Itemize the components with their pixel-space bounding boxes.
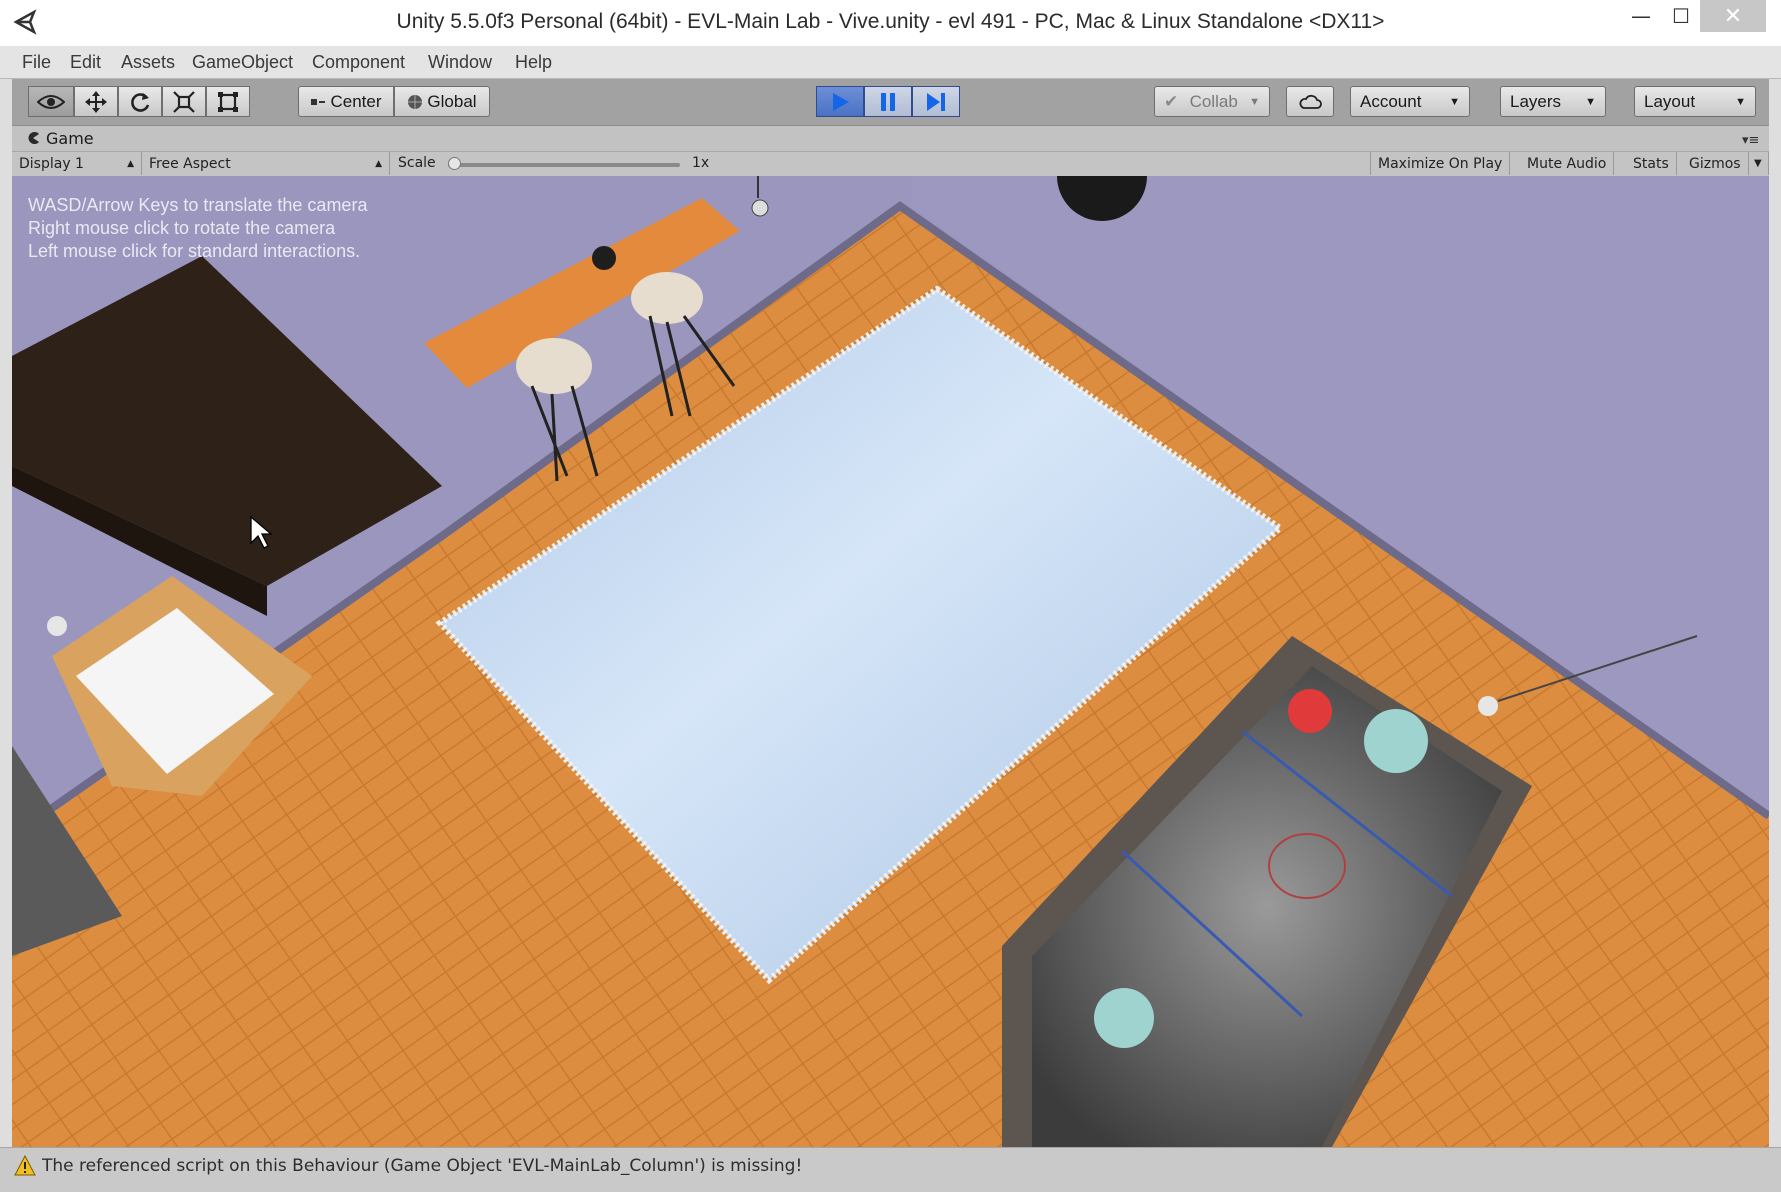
chevron-down-icon: ▼ [1249,95,1260,108]
move-tool-button[interactable] [74,86,118,117]
status-message: The referenced script on this Behaviour … [42,1156,803,1176]
red-puck [1288,689,1332,733]
stool-seat [631,272,703,324]
black-ball [592,246,616,270]
menu-bar: File Edit Assets GameObject Component Wi… [0,46,1781,79]
menu-edit[interactable]: Edit [70,52,101,73]
mute-audio-button[interactable]: Mute Audio [1520,152,1615,175]
pivot-icon [311,98,326,105]
hint-line: WASD/Arrow Keys to translate the camera [28,195,368,215]
menu-file[interactable]: File [22,52,51,73]
rotate-tool-button[interactable] [118,86,162,117]
account-dropdown[interactable]: Account ▼ [1350,86,1470,117]
account-label: Account [1360,91,1422,111]
warning-icon [14,1155,36,1176]
collab-label: Collab [1189,91,1238,111]
mute-label: Mute Audio [1527,155,1607,172]
layout-dropdown[interactable]: Layout ▼ [1634,86,1756,117]
scene-render [12,176,1769,1147]
menu-component[interactable]: Component [312,52,405,73]
window-title: Unity 5.5.0f3 Personal (64bit) - EVL-Mai… [396,10,1385,33]
status-bar[interactable]: The referenced script on this Behaviour … [0,1147,1781,1192]
hint-line: Right mouse click to rotate the camera [28,218,336,238]
updown-icon: ▲ [127,158,134,169]
display-dropdown[interactable]: Display 1 ▲ [12,152,142,175]
scale-value: 1x [692,155,710,171]
stool-seat [516,338,592,394]
chevron-down-icon: ▼ [1735,95,1746,108]
layers-label: Layers [1510,91,1562,111]
scale-slider-thumb[interactable] [448,157,461,170]
rect-transform-icon [218,91,238,112]
aspect-label: Free Aspect [149,155,231,172]
space-label: Global [427,91,477,111]
scale-slider-track[interactable] [448,163,680,167]
pause-icon [881,92,895,111]
play-icon [833,92,849,111]
step-button[interactable] [912,86,960,117]
mallet [1094,988,1154,1048]
display-label: Display 1 [19,155,84,172]
cloud-icon [1299,94,1322,109]
game-panel-header [12,126,1769,151]
menu-window[interactable]: Window [428,52,492,73]
updown-icon: ▲ [375,158,382,169]
game-tab-label: Game [46,129,94,148]
menu-help[interactable]: Help [515,52,552,73]
pivot-label: Center [330,91,382,111]
menu-assets[interactable]: Assets [121,52,175,73]
gizmos-button[interactable]: Gizmos [1682,152,1749,175]
toolbar: Center Global ✔ Collab ▼ Account ▼ Layer… [12,79,1769,126]
view-tool-button[interactable] [28,86,74,117]
light-bulb [47,616,67,636]
gizmos-label: Gizmos [1689,155,1741,172]
chevron-down-icon: ▼ [1449,95,1460,108]
minimize-button[interactable]: — [1624,0,1658,32]
play-button[interactable] [816,86,864,117]
maximize-label: Maximize On Play [1378,155,1503,172]
close-button[interactable]: ✕ [1700,0,1766,32]
pivot-global-toggle[interactable]: Global [394,86,490,117]
move-arrows-icon [85,90,107,113]
menu-gameobject[interactable]: GameObject [192,52,293,73]
layers-dropdown[interactable]: Layers ▼ [1500,86,1606,117]
light-bulb [1478,696,1498,716]
step-icon [927,92,945,111]
stats-button[interactable]: Stats [1626,152,1677,175]
collab-dropdown[interactable]: ✔ Collab ▼ [1154,86,1270,117]
pacman-icon [26,130,40,144]
light-bulb [751,199,769,217]
scale-icon [173,90,195,113]
camera-hints: WASD/Arrow Keys to translate the camera … [28,194,367,263]
maximize-on-play-button[interactable]: Maximize On Play [1370,152,1511,175]
eye-icon [37,94,65,109]
gizmos-dropdown-icon[interactable]: ▼ [1750,152,1769,175]
stats-label: Stats [1633,155,1669,172]
game-tab[interactable]: Game [12,126,112,151]
cloud-button[interactable] [1286,86,1334,117]
mallet [1364,709,1428,773]
game-view[interactable]: WASD/Arrow Keys to translate the camera … [12,176,1769,1147]
check-icon: ✔ [1164,91,1179,111]
rect-tool-button[interactable] [206,86,250,117]
globe-icon [408,94,423,109]
pivot-center-toggle[interactable]: Center [298,86,394,117]
chevron-down-icon: ▼ [1585,95,1596,108]
hint-line: Left mouse click for standard interactio… [28,241,361,261]
layout-label: Layout [1644,91,1696,111]
scale-label: Scale [398,155,436,171]
panel-menu-icon[interactable]: ▾≡ [1742,133,1759,148]
maximize-button[interactable]: ☐ [1664,0,1698,32]
game-view-bar: Display 1 ▲ Free Aspect ▲ Scale 1x Maxim… [12,151,1769,178]
aspect-dropdown[interactable]: Free Aspect ▲ [142,152,390,175]
scale-tool-button[interactable] [162,86,206,117]
rotate-icon [131,92,150,112]
title-bar: Unity 5.5.0f3 Personal (64bit) - EVL-Mai… [0,0,1781,46]
pause-button[interactable] [864,86,912,117]
